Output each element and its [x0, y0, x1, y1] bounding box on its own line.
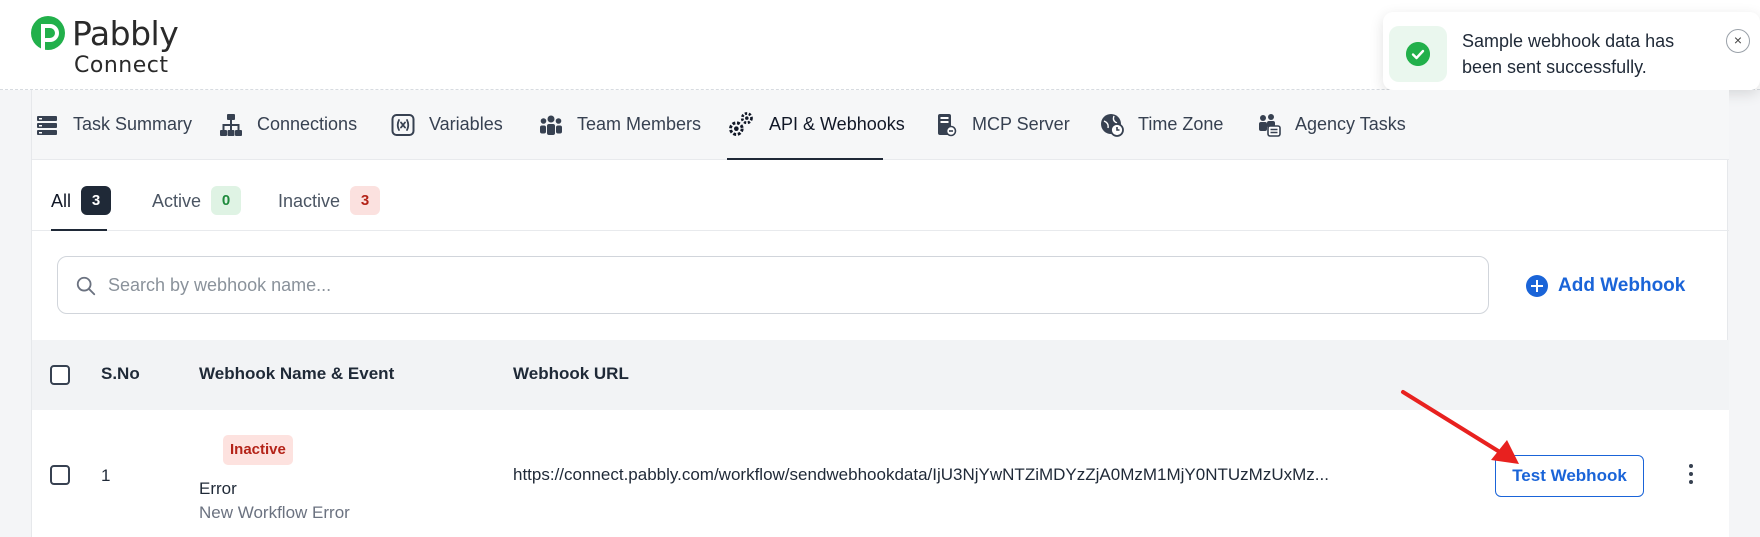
webhook-event: New Workflow Error [199, 503, 350, 522]
table-row: 1 Inactive Error New Workflow Error http… [32, 410, 1729, 537]
tab-label: Team Members [577, 114, 702, 134]
filter-label: Active [152, 191, 202, 211]
webhook-url[interactable]: https://connect.pabbly.com/workflow/send… [513, 465, 1333, 485]
filter-active[interactable]: Active 0 [152, 171, 242, 231]
pabbly-connect-logo[interactable]: Pabbly Connect [30, 14, 200, 80]
search-icon [76, 276, 96, 296]
success-toast: Sample webhook data has been sent succes… [1383, 12, 1760, 90]
tab-label: MCP Server [972, 114, 1070, 134]
settings-nav: Task Summary Connections Variables Team … [32, 90, 1729, 160]
tab-label: Variables [429, 114, 503, 134]
count-badge: 3 [81, 186, 112, 215]
column-sno: S.No [101, 364, 140, 383]
variables-icon [391, 114, 415, 136]
toast-close-button[interactable]: × [1726, 29, 1750, 53]
row-sno: 1 [101, 466, 111, 485]
search-box [57, 256, 1489, 314]
agency-tasks-icon [1259, 114, 1281, 137]
tab-team-members[interactable]: Team Members [539, 114, 701, 160]
filter-label: All [51, 191, 72, 211]
status-filters: All 3 Active 0 Inactive 3 [32, 171, 1729, 231]
tab-api-webhooks[interactable]: API & Webhooks [727, 112, 905, 160]
toast-icon-wrap [1389, 26, 1447, 82]
tab-label: Task Summary [73, 114, 193, 134]
connections-icon [220, 114, 242, 136]
time-zone-icon [1101, 114, 1124, 137]
count-badge: 3 [350, 186, 381, 215]
select-all-checkbox[interactable] [50, 365, 70, 385]
column-name-event: Webhook Name & Event [199, 364, 395, 383]
table-header: S.No Webhook Name & Event Webhook URL [32, 340, 1729, 410]
pabbly-logo-icon [31, 16, 65, 52]
search-input[interactable] [108, 258, 1468, 312]
test-webhook-button[interactable]: Test Webhook [1495, 455, 1644, 497]
tab-task-summary[interactable]: Task Summary [35, 114, 192, 160]
tab-label: Time Zone [1138, 114, 1224, 134]
plus-circle-icon [1526, 275, 1548, 297]
mcp-server-icon [938, 114, 957, 137]
task-summary-icon [37, 116, 57, 135]
team-members-icon [540, 115, 562, 135]
count-badge: 0 [211, 186, 242, 215]
status-badge: Inactive [223, 435, 293, 465]
filter-all[interactable]: All 3 [51, 171, 112, 231]
tab-agency-tasks[interactable]: Agency Tasks [1257, 114, 1406, 160]
tab-label: Agency Tasks [1295, 114, 1406, 134]
tab-connections[interactable]: Connections [219, 114, 357, 160]
check-circle-icon [1406, 42, 1430, 66]
tab-label: Connections [257, 114, 358, 134]
gears-icon [729, 112, 753, 136]
tab-time-zone[interactable]: Time Zone [1100, 114, 1223, 160]
tab-label: API & Webhooks [769, 114, 905, 134]
filter-inactive[interactable]: Inactive 3 [278, 171, 381, 231]
webhooks-card: Task Summary Connections Variables Team … [31, 90, 1729, 537]
toast-message: Sample webhook data has been sent succes… [1462, 31, 1675, 77]
column-url: Webhook URL [513, 364, 629, 383]
brand-name: Pabbly [72, 14, 179, 53]
brand-product: Connect [74, 53, 169, 78]
tab-mcp-server[interactable]: MCP Server [934, 114, 1070, 160]
more-options-icon[interactable] [1684, 462, 1698, 486]
tab-variables[interactable]: Variables [391, 114, 503, 160]
filter-label: Inactive [278, 191, 341, 211]
add-webhook-button[interactable]: Add Webhook [1526, 271, 1685, 301]
webhook-name: Error [199, 479, 237, 498]
row-checkbox[interactable] [50, 465, 70, 485]
add-webhook-label: Add Webhook [1558, 275, 1686, 296]
